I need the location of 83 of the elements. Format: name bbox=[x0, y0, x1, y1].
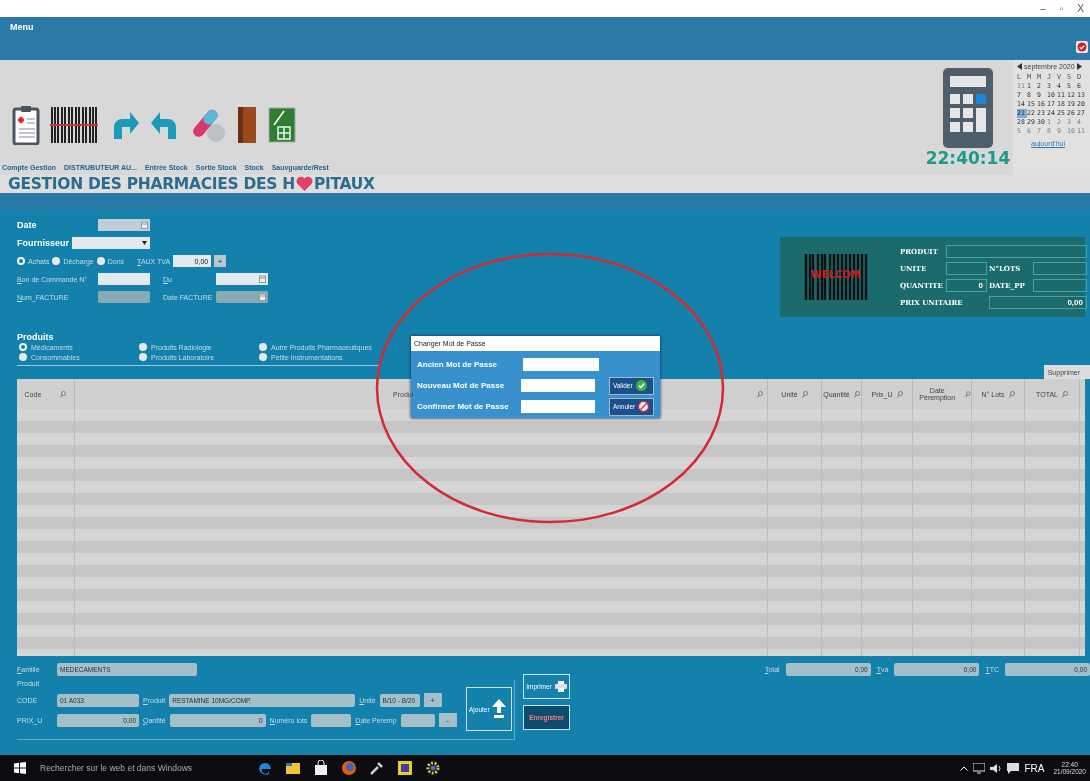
check-icon bbox=[635, 380, 647, 391]
product-field[interactable] bbox=[946, 245, 1087, 258]
field-label: Fournisseur bbox=[17, 238, 69, 248]
app-title: GESTION DES PHARMACIES DES H bbox=[8, 175, 295, 193]
dropdown-arrow-icon[interactable] bbox=[142, 241, 147, 245]
search-icon[interactable] bbox=[757, 391, 763, 398]
radio-button[interactable] bbox=[139, 353, 147, 361]
search-icon[interactable] bbox=[60, 390, 67, 398]
remove-button[interactable]: - bbox=[438, 713, 457, 727]
search-icon[interactable] bbox=[1008, 390, 1015, 398]
network-icon[interactable] bbox=[973, 762, 986, 774]
fox-globe-icon[interactable] bbox=[341, 760, 357, 776]
date-field[interactable] bbox=[1033, 279, 1087, 292]
gear-icon[interactable] bbox=[425, 760, 441, 776]
field-label: Confirmer Mot de Passe bbox=[417, 402, 510, 411]
search-icon[interactable] bbox=[1061, 390, 1068, 398]
barcode-icon[interactable] bbox=[50, 105, 98, 145]
spreadsheet-icon[interactable] bbox=[268, 107, 296, 143]
add-button[interactable]: + bbox=[214, 255, 227, 267]
shopping-bag-icon[interactable] bbox=[313, 760, 329, 776]
lot-field[interactable] bbox=[1033, 262, 1087, 275]
search-icon[interactable] bbox=[801, 390, 808, 398]
search-icon[interactable] bbox=[896, 390, 903, 398]
radio-button[interactable] bbox=[259, 343, 267, 351]
password-field[interactable] bbox=[520, 400, 595, 413]
window-control[interactable]: ▫ bbox=[1059, 3, 1064, 14]
lot-field[interactable] bbox=[311, 713, 352, 727]
heart-icon bbox=[295, 176, 313, 192]
radio-button[interactable] bbox=[96, 257, 105, 265]
date-field[interactable] bbox=[400, 713, 435, 727]
printer-icon bbox=[554, 681, 567, 692]
calendar-icon[interactable] bbox=[141, 221, 148, 229]
date-field[interactable] bbox=[216, 273, 268, 285]
password-field[interactable] bbox=[523, 358, 599, 371]
field-label: Ancien Mot de Passe bbox=[417, 360, 499, 369]
unit-field[interactable] bbox=[946, 262, 987, 275]
add-button[interactable]: + bbox=[423, 693, 442, 707]
radio-button[interactable] bbox=[19, 353, 27, 361]
calendar-icon[interactable] bbox=[259, 293, 266, 301]
binder-icon[interactable] bbox=[236, 105, 258, 145]
pills-icon[interactable] bbox=[192, 107, 226, 143]
radio-button[interactable] bbox=[139, 343, 147, 351]
previous-month-icon[interactable] bbox=[1017, 63, 1022, 70]
quantity-field[interactable]: 0 bbox=[946, 279, 987, 292]
field-label: Nouveau Mot de Passe bbox=[417, 381, 506, 390]
language-indicator[interactable]: FRA bbox=[1024, 762, 1045, 774]
speaker-icon[interactable] bbox=[990, 762, 1003, 774]
radio-button[interactable] bbox=[19, 343, 27, 351]
barcode-text: WELCOM bbox=[810, 269, 862, 280]
section-title: Produits bbox=[17, 332, 55, 342]
menu-label[interactable]: Menu bbox=[10, 22, 34, 32]
search-icon[interactable] bbox=[853, 390, 860, 398]
message-icon[interactable] bbox=[1007, 762, 1020, 774]
invoice-number-field[interactable] bbox=[98, 291, 150, 303]
order-number-field[interactable] bbox=[98, 273, 150, 285]
calendar-icon[interactable] bbox=[259, 275, 266, 283]
cancel-icon bbox=[638, 401, 650, 412]
radio-button[interactable] bbox=[259, 353, 267, 361]
radio-button[interactable] bbox=[52, 257, 61, 265]
tool-icon[interactable] bbox=[369, 760, 385, 776]
clock-time: 22:40:14 bbox=[925, 148, 1011, 168]
field-label: Date bbox=[17, 220, 38, 230]
clipboard-icon[interactable] bbox=[12, 105, 40, 145]
radio-button[interactable] bbox=[17, 257, 25, 265]
barcode-drawing bbox=[804, 254, 868, 300]
chevron-up-icon[interactable] bbox=[960, 765, 969, 771]
date-field[interactable] bbox=[98, 219, 150, 231]
price-field[interactable]: 0,00 bbox=[989, 296, 1087, 309]
windows-logo-icon[interactable] bbox=[14, 762, 26, 774]
calculator-icon[interactable] bbox=[943, 68, 993, 148]
calendar-app-icon[interactable] bbox=[397, 760, 413, 776]
close-icon[interactable] bbox=[1076, 41, 1088, 53]
browser-icon[interactable] bbox=[257, 760, 273, 776]
upload-arrow-icon bbox=[491, 699, 506, 719]
window-control[interactable]: – bbox=[1040, 3, 1046, 14]
next-month-icon[interactable] bbox=[1076, 63, 1082, 70]
window-control[interactable]: X bbox=[1077, 3, 1084, 14]
taskbar-search-field[interactable]: Rechercher sur le web et dans Windows bbox=[40, 763, 235, 773]
search-icon[interactable] bbox=[965, 390, 971, 398]
folder-icon[interactable] bbox=[285, 760, 301, 776]
password-field[interactable] bbox=[520, 379, 595, 392]
date-field[interactable] bbox=[216, 291, 268, 303]
app-title: PITAUX bbox=[313, 175, 375, 193]
